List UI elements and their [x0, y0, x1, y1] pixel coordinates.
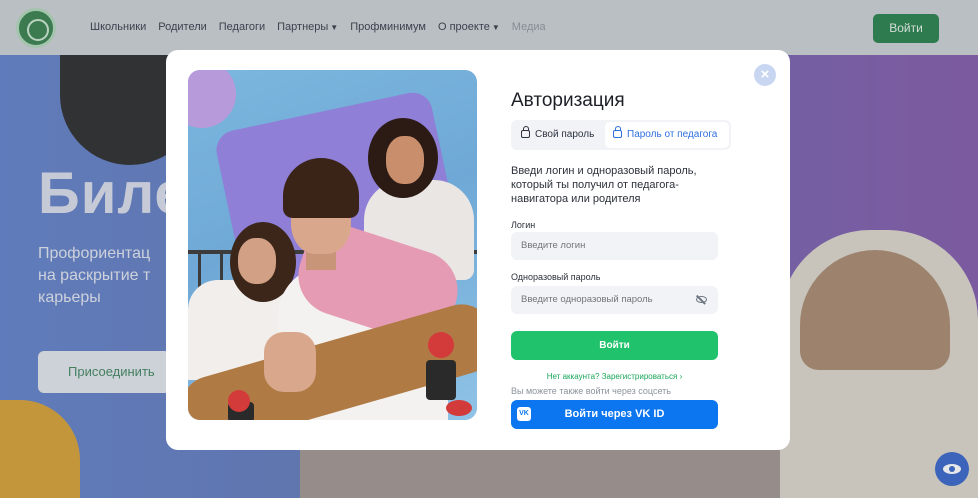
auth-modal: × Авторизация Свой пароль Пароль от педа… [166, 50, 790, 450]
password-input[interactable] [511, 286, 718, 314]
tab-label: Пароль от педагога [627, 129, 718, 140]
vk-icon: VK [517, 407, 531, 421]
auth-description: Введи логин и одноразовый пароль, которы… [511, 165, 697, 205]
auth-form: Авторизация Свой пароль Пароль от педаго… [511, 50, 731, 450]
photo-truck [426, 360, 456, 400]
login-input[interactable] [511, 232, 718, 260]
photo-girl-face [386, 136, 424, 184]
eye-off-icon[interactable] [696, 296, 707, 303]
photo-decor-circle [188, 70, 236, 128]
lock-icon [521, 126, 530, 138]
social-hint: Вы можете также войти через соцсеть [511, 386, 671, 396]
photo-wheel [428, 332, 454, 358]
password-label: Одноразовый пароль [511, 272, 601, 282]
photo-wheel [446, 400, 472, 416]
photo-wheel [228, 390, 250, 412]
teens-photo [188, 70, 477, 420]
photo-left-face [238, 238, 276, 284]
photo-hand [264, 332, 316, 392]
submit-button[interactable]: Войти [511, 331, 718, 360]
vk-button-label: Войти через VK ID [564, 408, 665, 420]
tab-teacher-password[interactable]: Пароль от педагога [605, 122, 729, 148]
close-icon[interactable]: × [754, 64, 776, 86]
lock-icon [613, 126, 622, 138]
login-label: Логин [511, 220, 536, 230]
register-link[interactable]: Нет аккаунта? Зарегистрироваться › [511, 372, 718, 381]
vk-login-button[interactable]: VK Войти через VK ID [511, 400, 718, 429]
auth-tabs: Свой пароль Пароль от педагога [511, 120, 731, 150]
tab-own-password[interactable]: Свой пароль [513, 122, 603, 148]
tab-label: Свой пароль [535, 129, 595, 140]
modal-title: Авторизация [511, 90, 625, 111]
